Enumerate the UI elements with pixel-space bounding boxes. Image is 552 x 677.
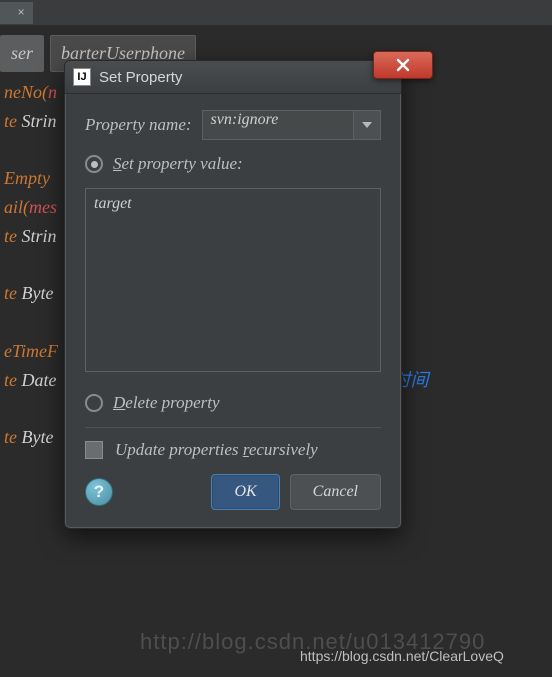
recursive-checkbox[interactable] <box>85 441 103 459</box>
close-icon[interactable]: × <box>18 3 25 22</box>
code-text: Strin <box>17 111 57 131</box>
property-name-label: Property name: <box>85 115 192 135</box>
combo-dropdown-button[interactable] <box>353 110 381 140</box>
code-text: ail( <box>4 197 29 217</box>
dialog-title: Set Property <box>99 69 182 86</box>
chevron-down-icon <box>362 122 372 128</box>
cancel-button[interactable]: Cancel <box>290 474 381 510</box>
code-text: Byte <box>17 427 53 447</box>
property-name-input[interactable]: svn:ignore <box>202 110 353 140</box>
editor-tab[interactable]: × <box>0 2 33 24</box>
property-name-combo[interactable]: svn:ignore <box>202 110 381 140</box>
code-text: Byte <box>17 283 53 303</box>
ok-button[interactable]: OK <box>211 474 279 510</box>
code-text: Empty <box>4 168 50 188</box>
code-text: te <box>4 226 17 246</box>
code-text: Date <box>17 370 57 390</box>
editor-tab-strip: × <box>0 0 552 25</box>
set-property-dialog: IJ Set Property Property name: svn:ignor… <box>64 60 402 529</box>
code-text: Strin <box>17 226 57 246</box>
divider <box>85 427 381 428</box>
close-icon <box>396 58 410 72</box>
code-text: mes <box>29 197 57 217</box>
set-value-radio[interactable] <box>85 155 103 173</box>
code-text: neNo( <box>4 82 48 102</box>
close-button[interactable] <box>373 51 433 79</box>
code-text: te <box>4 283 17 303</box>
recursive-label: Update properties recursively <box>115 440 318 460</box>
delete-property-radio[interactable] <box>85 394 103 412</box>
help-button[interactable]: ? <box>85 478 113 506</box>
property-value-textarea[interactable] <box>85 188 381 372</box>
intellij-icon: IJ <box>73 68 91 86</box>
code-text: te <box>4 111 17 131</box>
set-value-label: Set property value: <box>113 154 243 174</box>
delete-property-label: Delete property <box>113 393 220 413</box>
watermark-text: https://blog.csdn.net/ClearLoveQ <box>300 645 504 667</box>
breadcrumb-pill[interactable]: ser <box>0 35 44 72</box>
dialog-titlebar[interactable]: IJ Set Property <box>65 61 401 94</box>
code-text: eTimeF <box>4 341 58 361</box>
code-text: te <box>4 370 17 390</box>
code-text: te <box>4 427 17 447</box>
